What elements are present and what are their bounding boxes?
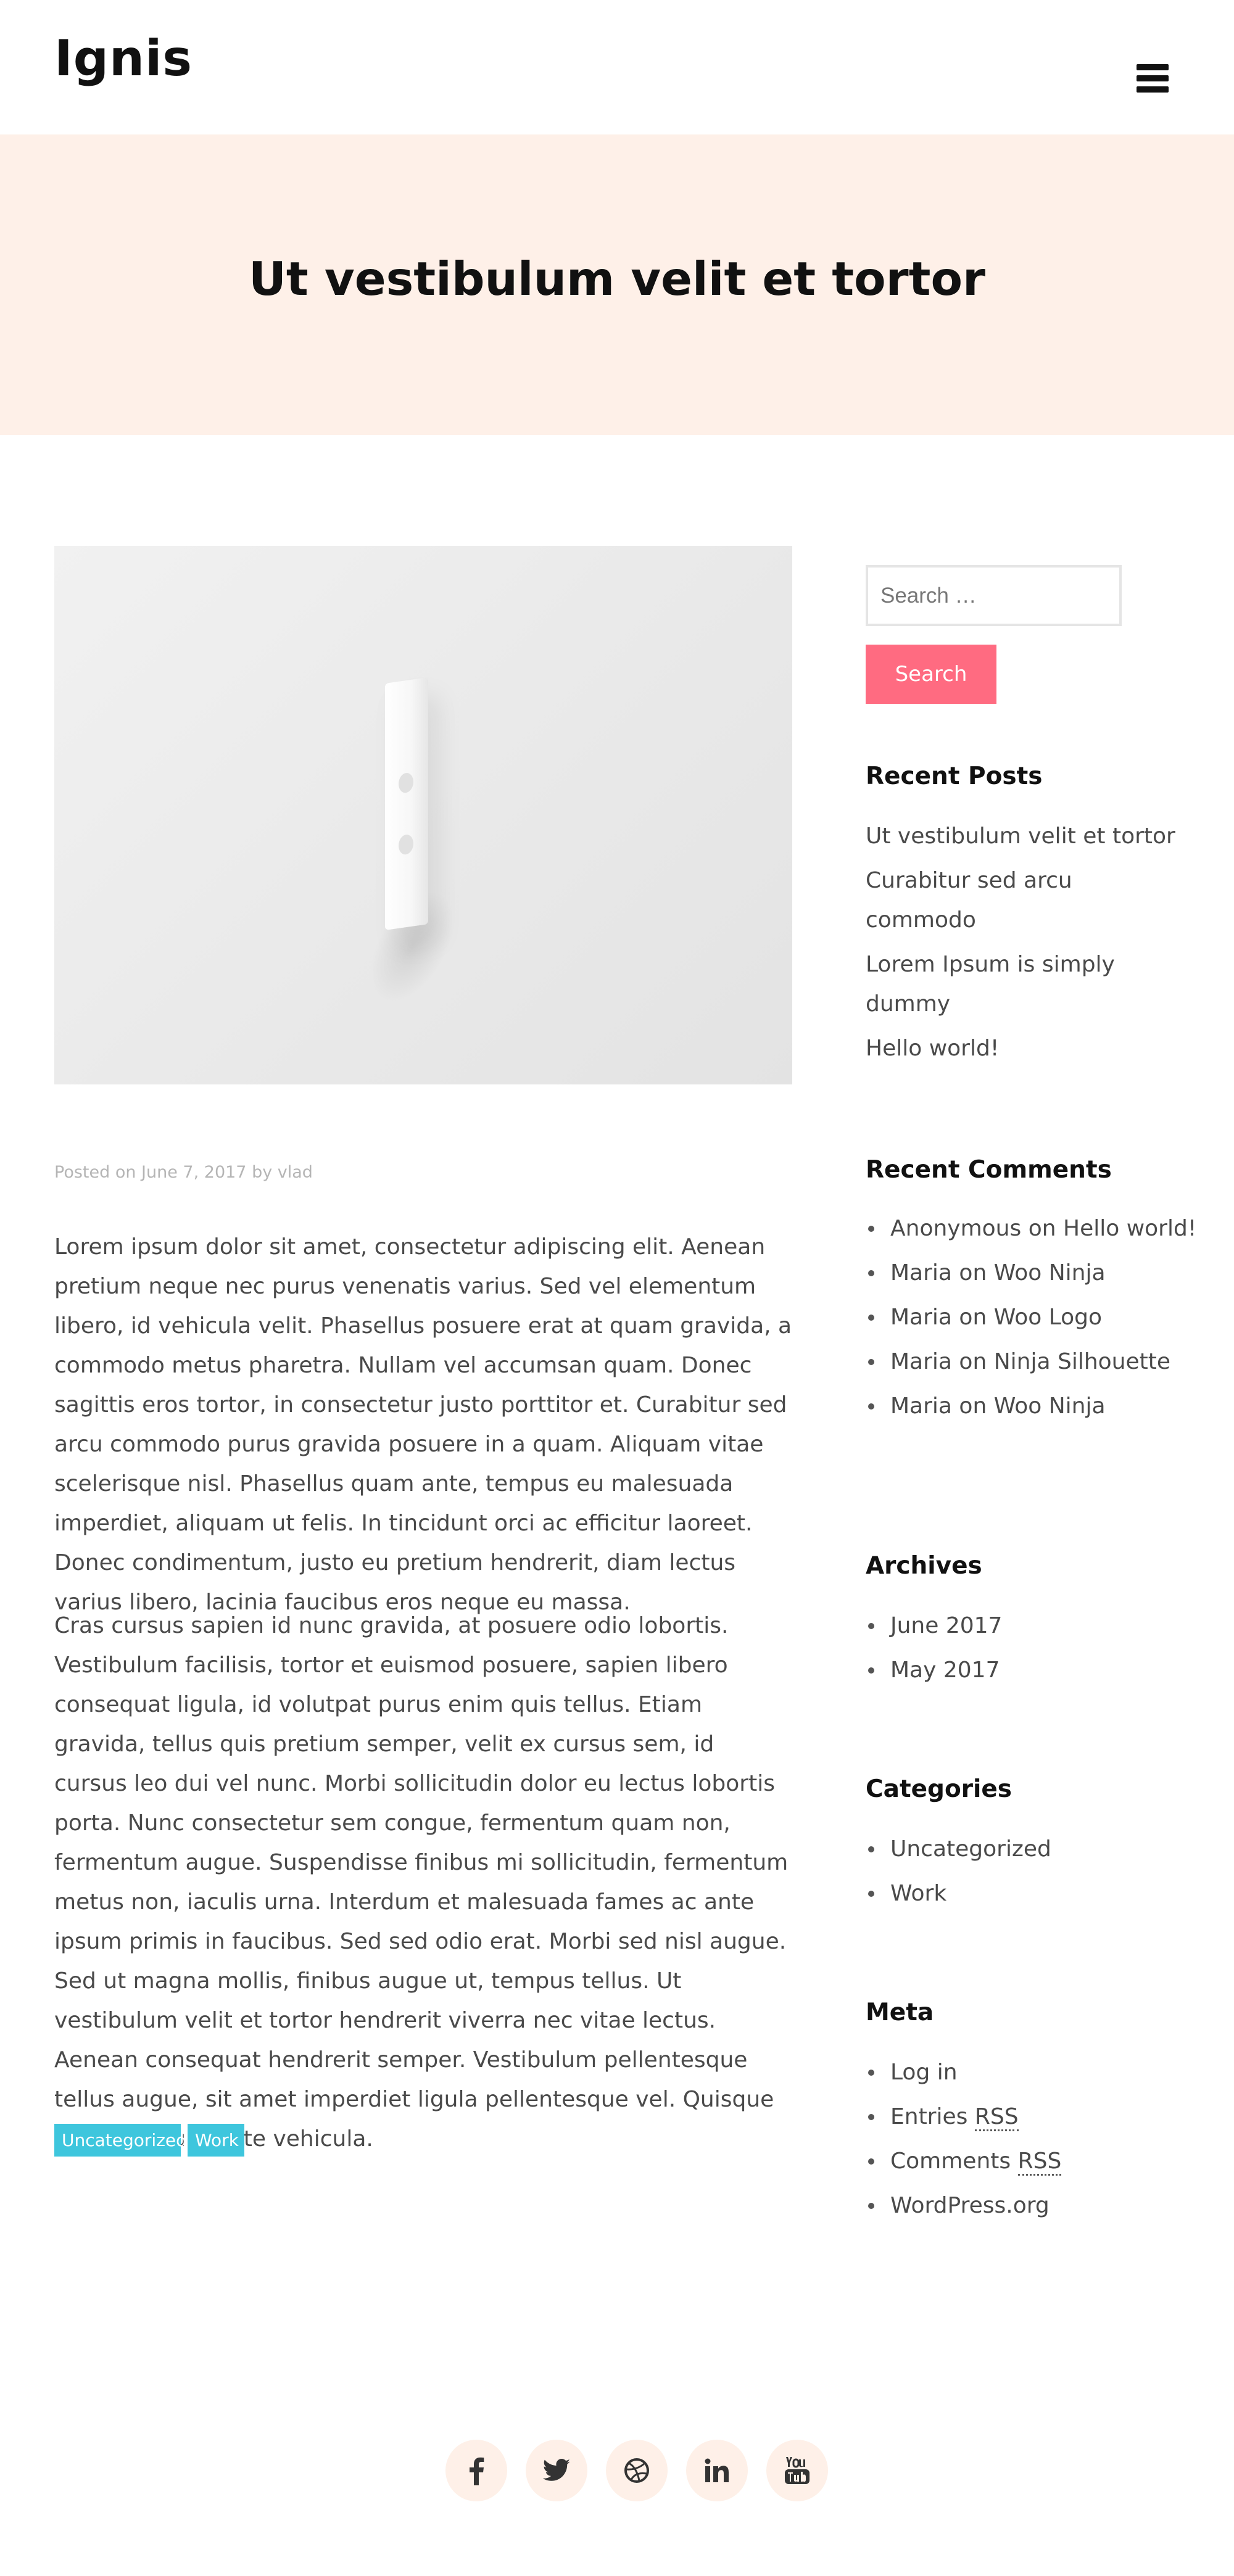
- list-item: May 2017: [866, 1651, 1211, 1690]
- comment-author: Anonymous: [890, 1216, 1022, 1241]
- categories-title: Categories: [866, 1775, 1012, 1803]
- youtube-glyph: [785, 2457, 810, 2484]
- comment-post-link[interactable]: Ninja Silhouette: [994, 1349, 1170, 1374]
- recent-post-link[interactable]: Curabitur sed arcu commodo: [866, 868, 1072, 933]
- tag-work[interactable]: Work: [188, 2124, 244, 2157]
- search-button[interactable]: Search: [866, 645, 996, 704]
- list-item: Hello world!: [866, 1029, 1186, 1068]
- comment-post-link[interactable]: Woo Ninja: [994, 1393, 1106, 1419]
- twitter-icon[interactable]: [526, 2440, 587, 2501]
- comment-on: on: [951, 1349, 994, 1374]
- comments-rss-link[interactable]: Comments RSS: [890, 2149, 1062, 2176]
- recent-post-link[interactable]: Lorem Ipsum is simply dummy: [866, 952, 1115, 1017]
- archives-title: Archives: [866, 1552, 982, 1580]
- site-title[interactable]: Ignis: [54, 30, 193, 87]
- recent-post-link[interactable]: Ut vestibulum velit et tortor: [866, 824, 1175, 849]
- facebook-icon[interactable]: [445, 2440, 507, 2501]
- recent-post-link[interactable]: Hello world!: [866, 1036, 999, 1061]
- site-header: Ignis: [0, 0, 1234, 134]
- cassette-hole: [399, 833, 413, 856]
- dribbble-icon[interactable]: [606, 2440, 668, 2501]
- meta-title: Meta: [866, 1999, 934, 2026]
- archive-link[interactable]: June 2017: [890, 1613, 1002, 1638]
- menu-bar: [1137, 75, 1169, 81]
- list-item: Uncategorized: [866, 1830, 1211, 1869]
- list-item: Log in: [866, 2053, 1211, 2092]
- cassette-tape-image: [385, 677, 428, 930]
- youtube-icon[interactable]: [766, 2440, 828, 2501]
- wordpress-org-link[interactable]: WordPress.org: [890, 2193, 1050, 2218]
- post-date-link[interactable]: June 7, 2017: [141, 1163, 246, 1182]
- list-item: Maria on Woo Logo: [866, 1298, 1211, 1337]
- comment-on: on: [951, 1305, 994, 1330]
- link-text: Comments: [890, 2149, 1018, 2174]
- list-item: Maria on Ninja Silhouette: [866, 1342, 1211, 1382]
- rss-abbr: RSS: [974, 2104, 1019, 2131]
- comment-post-link[interactable]: Hello world!: [1063, 1216, 1196, 1241]
- login-link[interactable]: Log in: [890, 2060, 958, 2085]
- rss-abbr: RSS: [1017, 2149, 1062, 2176]
- featured-image: [54, 546, 792, 1084]
- comment-author: Maria: [890, 1305, 952, 1330]
- list-item: Work: [866, 1874, 1211, 1913]
- search-input[interactable]: [866, 565, 1122, 626]
- cassette-hole: [399, 772, 413, 794]
- comment-author: Maria: [890, 1393, 952, 1419]
- comment-author: Maria: [890, 1349, 952, 1374]
- categories-list: Uncategorized Work: [866, 1830, 1211, 1918]
- entry-meta: Posted on June 7, 2017 by vlad: [54, 1163, 313, 1182]
- list-item: Maria on Woo Ninja: [866, 1253, 1211, 1293]
- category-link[interactable]: Uncategorized: [890, 1836, 1051, 1862]
- list-item: Entries RSS: [866, 2097, 1211, 2137]
- entries-rss-link[interactable]: Entries RSS: [890, 2104, 1019, 2131]
- recent-posts-list: Ut vestibulum velit et tortor Curabitur …: [866, 817, 1186, 1073]
- linkedin-icon[interactable]: [686, 2440, 748, 2501]
- meta-prefix: Posted on: [54, 1163, 142, 1182]
- meta-list: Log in Entries RSS Comments RSS WordPres…: [866, 2053, 1211, 2231]
- comment-post-link[interactable]: Woo Logo: [994, 1305, 1102, 1330]
- hamburger-menu-icon[interactable]: [1137, 64, 1169, 93]
- recent-posts-title: Recent Posts: [866, 762, 1043, 790]
- comment-on: on: [951, 1393, 994, 1419]
- recent-comments-list: Anonymous on Hello world! Maria on Woo N…: [866, 1209, 1211, 1431]
- page-title: Ut vestibulum velit et tortor: [249, 252, 985, 306]
- comment-post-link[interactable]: Woo Ninja: [994, 1260, 1106, 1286]
- menu-bar: [1137, 64, 1169, 70]
- comment-author: Maria: [890, 1260, 952, 1286]
- linkedin-glyph: [705, 2458, 729, 2482]
- post-author-link[interactable]: vlad: [278, 1163, 313, 1182]
- list-item: Lorem Ipsum is simply dummy: [866, 945, 1186, 1024]
- recent-comments-title: Recent Comments: [866, 1156, 1112, 1184]
- archives-list: June 2017 May 2017: [866, 1606, 1211, 1695]
- list-item: Ut vestibulum velit et tortor: [866, 817, 1186, 856]
- list-item: Anonymous on Hello world!: [866, 1209, 1211, 1249]
- twitter-glyph: [543, 2459, 570, 2481]
- list-item: Comments RSS: [866, 2142, 1211, 2181]
- post-paragraph: Lorem ipsum dolor sit amet, consectetur …: [54, 1234, 792, 1615]
- archive-link[interactable]: May 2017: [890, 1657, 1000, 1683]
- comment-on: on: [951, 1260, 994, 1286]
- link-text: Entries: [890, 2104, 975, 2129]
- tag-uncategorized[interactable]: Uncategorized: [54, 2124, 187, 2157]
- meta-by: by: [246, 1163, 278, 1182]
- category-link[interactable]: Work: [890, 1881, 946, 1906]
- list-item: WordPress.org: [866, 2186, 1211, 2226]
- list-item: Curabitur sed arcu commodo: [866, 861, 1186, 940]
- menu-bar: [1137, 86, 1169, 93]
- list-item: Maria on Woo Ninja: [866, 1387, 1211, 1426]
- comment-on: on: [1021, 1216, 1063, 1241]
- list-item: June 2017: [866, 1606, 1211, 1646]
- facebook-glyph: [470, 2457, 484, 2485]
- post-paragraph: Cras cursus sapien id nunc gravida, at p…: [54, 1613, 789, 2152]
- hero-banner: Ut vestibulum velit et tortor: [0, 134, 1234, 435]
- dribbble-glyph: [624, 2458, 649, 2483]
